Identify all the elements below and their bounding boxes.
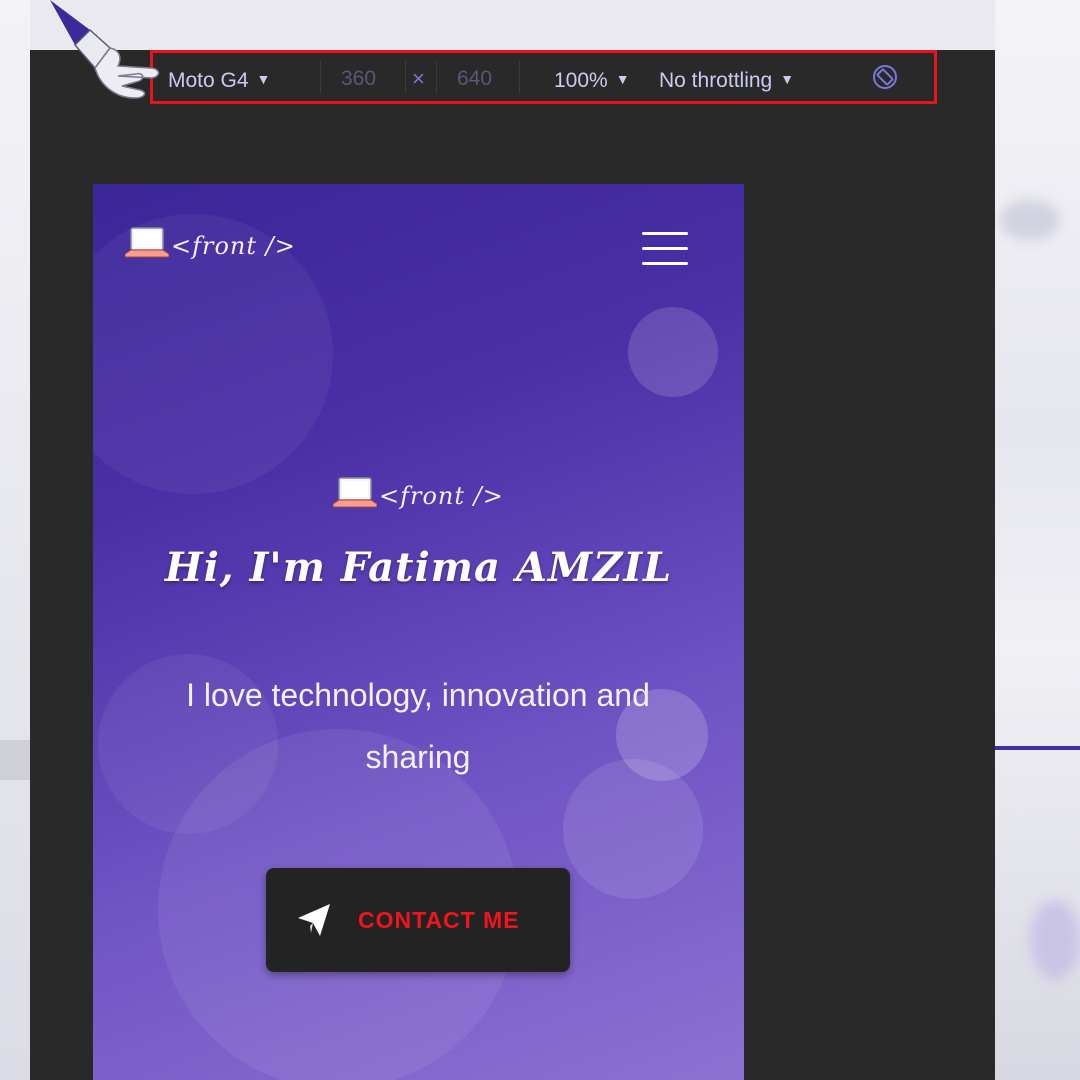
chevron-down-icon: ▼ — [256, 71, 271, 87]
paper-plane-icon — [298, 904, 330, 936]
laptop-icon — [333, 477, 377, 508]
contact-label: CONTACT ME — [358, 906, 520, 933]
zoom-value: 100% — [554, 69, 608, 92]
contact-button[interactable]: CONTACT ME — [266, 868, 570, 972]
nav-logo[interactable]: <front /> — [125, 226, 296, 260]
phone-viewport: <front /> <front /> Hi, I'm Fatima AMZIL… — [93, 184, 744, 1080]
zoom-select[interactable]: 100% ▼ — [554, 53, 630, 101]
width-input[interactable]: 360 — [341, 53, 376, 101]
dimension-separator: × — [412, 66, 425, 91]
logo-text: <front /> — [171, 232, 296, 260]
hero-title: Hi, I'm Fatima AMZIL — [164, 544, 673, 591]
logo-text: <front /> — [379, 482, 504, 510]
chevron-down-icon: ▼ — [780, 71, 795, 87]
background-blur — [1000, 200, 1060, 240]
height-input[interactable]: 640 — [457, 53, 492, 101]
divider — [405, 61, 406, 93]
hamburger-menu-icon[interactable] — [642, 232, 688, 266]
background-blur — [1030, 900, 1080, 980]
background-line — [995, 746, 1080, 750]
device-select[interactable]: Moto G4 ▼ — [168, 53, 270, 101]
device-toolbar: Moto G4 ▼ 360 × 640 100% ▼ No throttling ▼ — [150, 50, 937, 104]
decorative-circle — [628, 307, 718, 397]
pointing-hand-icon — [50, 0, 160, 99]
background-left — [0, 0, 30, 1080]
hero-logo: <front /> — [333, 476, 504, 510]
device-name: Moto G4 — [168, 69, 249, 92]
hero-subtitle: I love technology, innovation and sharin… — [186, 677, 650, 775]
rotate-icon[interactable] — [870, 62, 900, 92]
laptop-icon — [125, 227, 169, 258]
divider — [320, 61, 321, 93]
throttling-value: No throttling — [659, 69, 773, 92]
background-block — [0, 740, 30, 780]
divider — [436, 61, 437, 93]
throttling-select[interactable]: No throttling ▼ — [659, 53, 794, 101]
chevron-down-icon: ▼ — [615, 71, 630, 87]
divider — [519, 61, 520, 93]
